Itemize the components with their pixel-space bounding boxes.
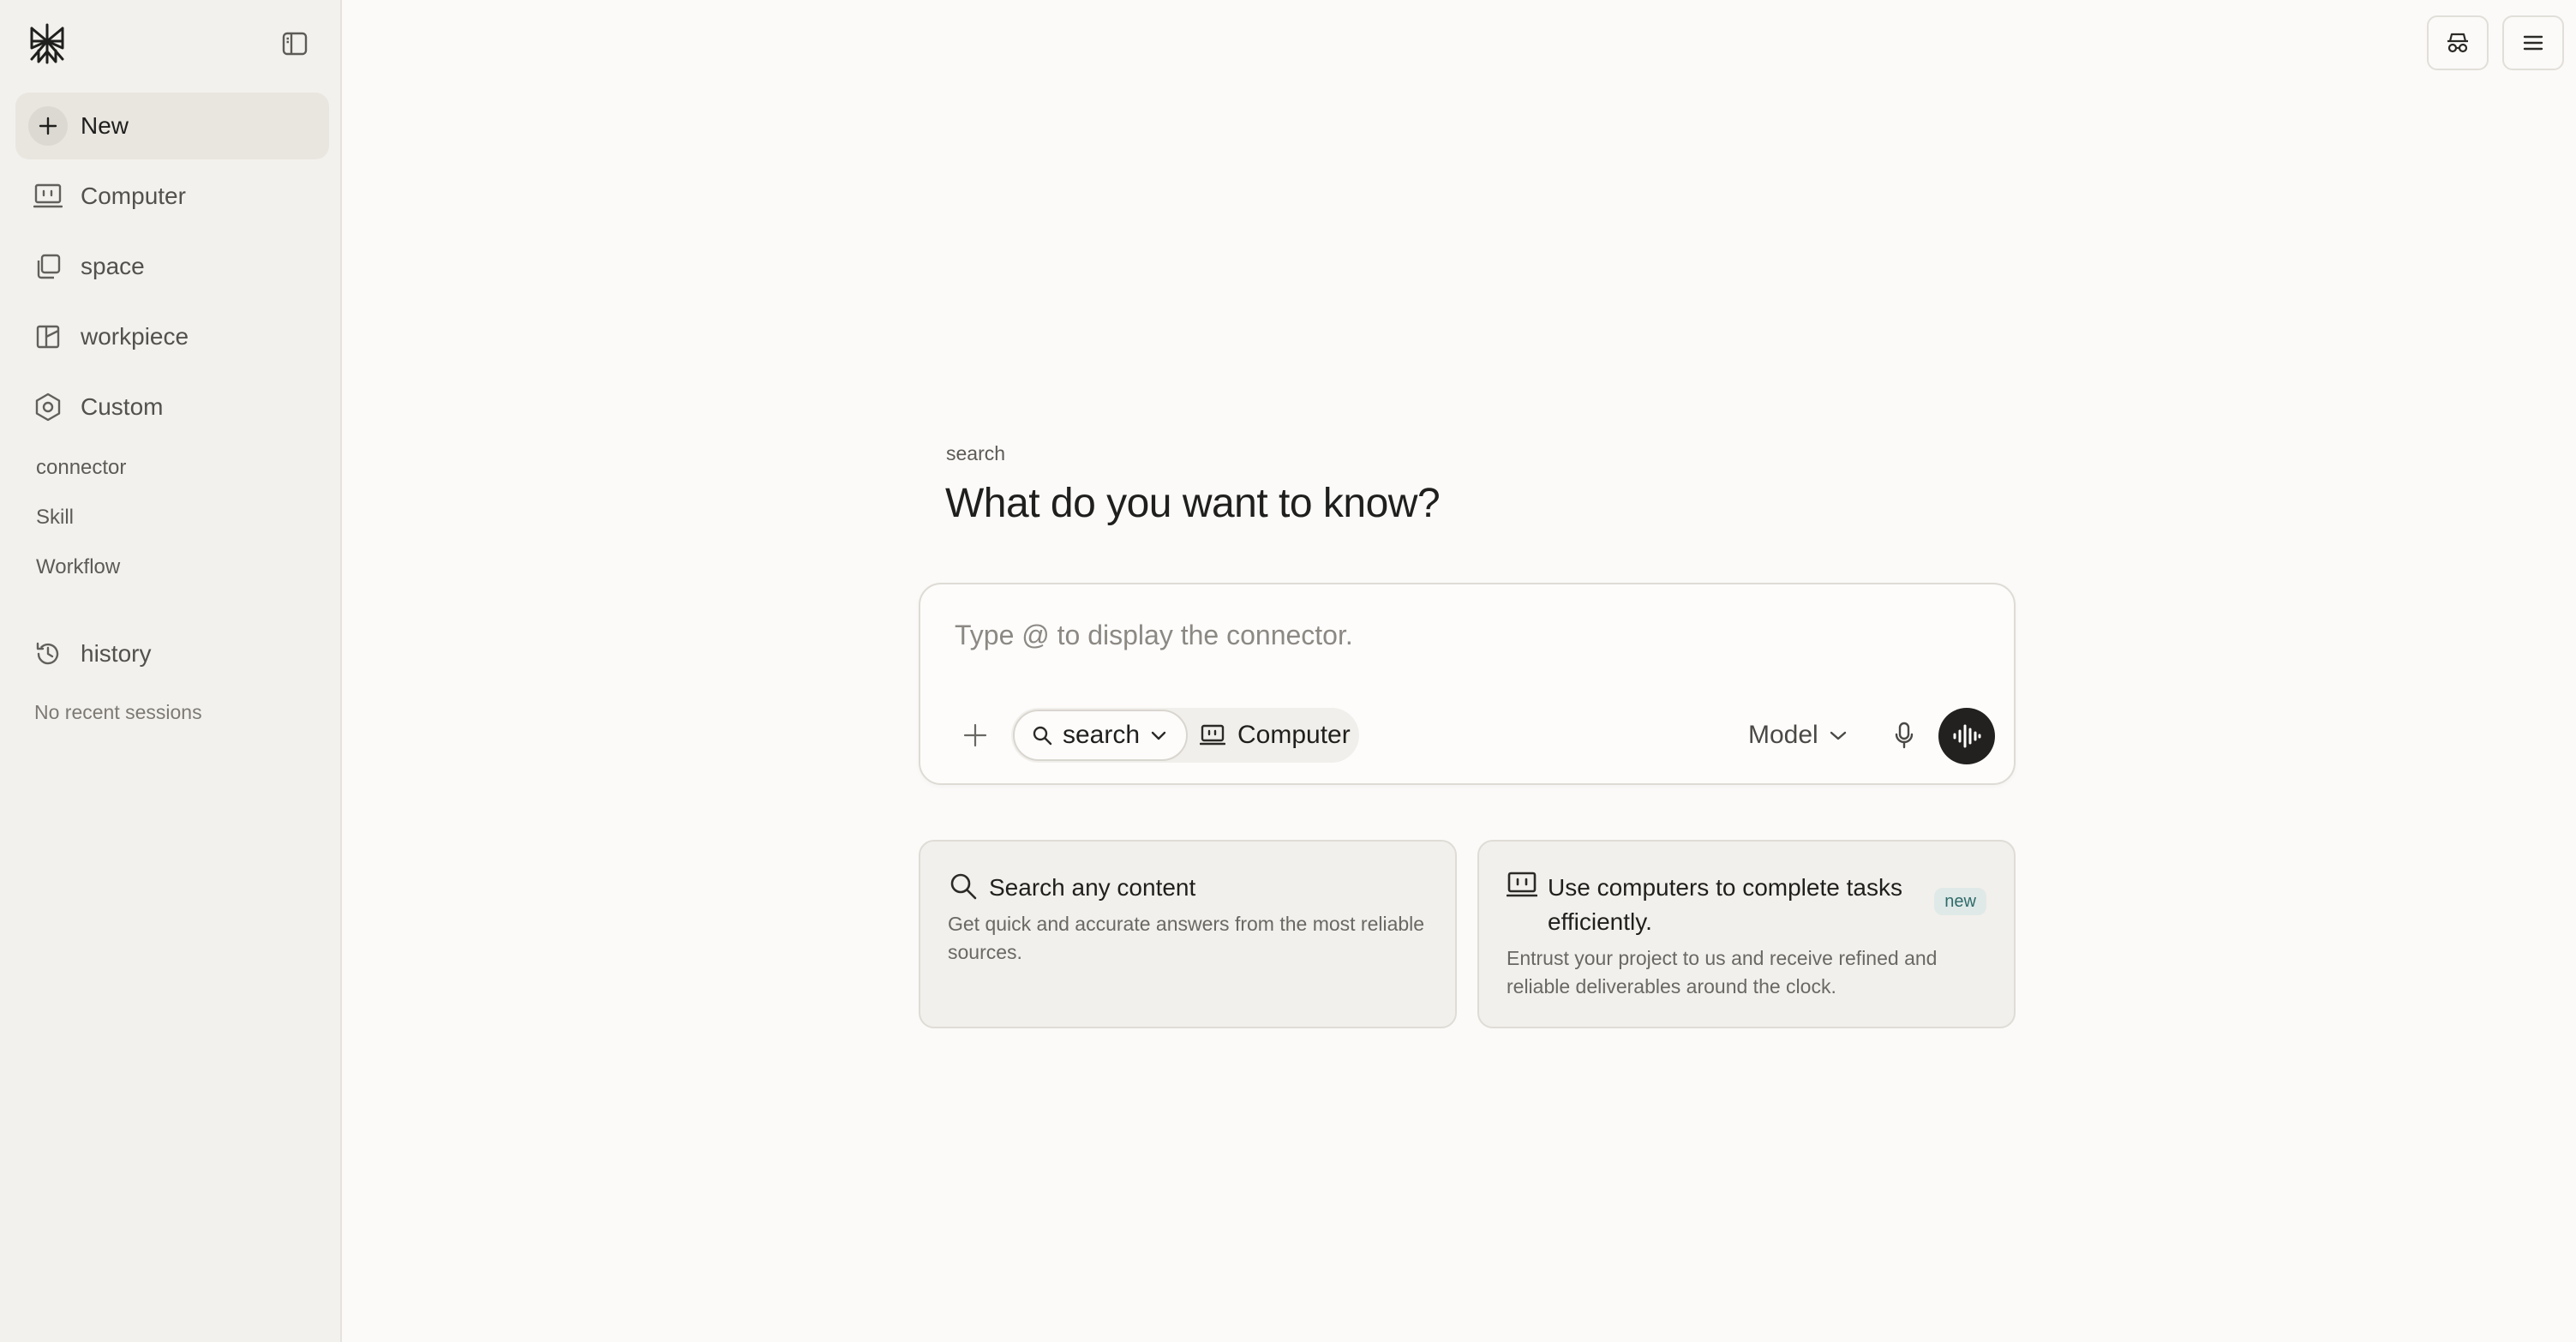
card-search-content[interactable]: Search any content Get quick and accurat… — [919, 840, 1457, 1028]
hexagon-icon — [15, 374, 81, 440]
query-input[interactable] — [955, 615, 1966, 655]
microphone-icon — [1894, 722, 1914, 749]
incognito-button[interactable] — [2427, 15, 2489, 70]
mode-search-label: search — [1063, 721, 1141, 749]
voice-mode-button[interactable] — [1938, 708, 1995, 764]
sidebar-item-label: workpiece — [81, 323, 189, 350]
model-select[interactable]: Model — [1748, 711, 1854, 759]
new-label: New — [81, 112, 129, 139]
card-use-computers[interactable]: Use computers to complete tasks efficien… — [1477, 840, 2016, 1028]
mode-search-button[interactable]: search — [1013, 710, 1188, 761]
sidebar-sub-item-connector[interactable]: connector — [36, 456, 126, 480]
microphone-button[interactable] — [1880, 711, 1928, 759]
computer-icon — [1507, 871, 1537, 898]
search-icon — [948, 871, 979, 902]
new-thread-button[interactable]: New — [15, 93, 329, 159]
chevron-down-icon — [1150, 729, 1167, 741]
search-icon — [1032, 725, 1052, 746]
sidebar-item-label: space — [81, 253, 145, 279]
page-title: What do you want to know? — [945, 481, 1441, 526]
sidebar-sub-item-skill[interactable]: Skill — [36, 506, 74, 530]
card-title: Use computers to complete tasks efficien… — [1548, 874, 1902, 935]
history-icon — [15, 620, 81, 687]
chevron-down-icon — [1829, 729, 1848, 741]
card-description: Get quick and accurate answers from the … — [948, 913, 1425, 963]
sidebar-toggle-button[interactable] — [274, 26, 315, 62]
mode-selector: search Computer — [1011, 708, 1359, 763]
sidebar-item-workpiece[interactable]: workpiece — [15, 303, 329, 370]
plus-icon — [28, 106, 68, 146]
sidebar-item-history[interactable]: history — [15, 620, 329, 687]
mode-computer-button[interactable]: Computer — [1200, 710, 1354, 761]
sidebar-item-label: Custom — [81, 393, 164, 420]
hamburger-icon — [2522, 33, 2544, 52]
incognito-icon — [2446, 32, 2470, 54]
menu-button[interactable] — [2502, 15, 2564, 70]
workpiece-icon — [15, 303, 81, 370]
sidebar: New Computer space workpiece Custom conn… — [0, 0, 342, 1342]
sidebar-item-custom[interactable]: Custom — [15, 374, 329, 440]
stack-icon — [15, 233, 81, 300]
card-title: Search any content — [989, 874, 1196, 901]
page-eyebrow: search — [946, 442, 1006, 464]
mode-computer-label: Computer — [1237, 721, 1351, 749]
card-description: Entrust your project to us and receive r… — [1507, 947, 1938, 998]
sidebar-item-label: history — [81, 640, 152, 667]
waveform-icon — [1952, 723, 1981, 749]
attach-button[interactable] — [951, 711, 999, 759]
sidebar-toggle-icon — [282, 32, 308, 56]
composer: search Computer Model — [919, 583, 2016, 785]
new-badge: new — [1934, 888, 1986, 915]
model-label: Model — [1748, 721, 1818, 749]
sidebar-item-label: Computer — [81, 183, 186, 209]
history-empty-text: No recent sessions — [34, 701, 202, 723]
new-icon-wrap — [15, 93, 81, 159]
computer-icon — [15, 163, 81, 230]
sidebar-item-space[interactable]: space — [15, 233, 329, 300]
sidebar-item-computer[interactable]: Computer — [15, 163, 329, 230]
sidebar-sub-item-workflow[interactable]: Workflow — [36, 555, 120, 579]
computer-icon — [1200, 724, 1225, 746]
plus-icon — [962, 722, 988, 748]
app-logo-icon[interactable] — [27, 22, 67, 65]
